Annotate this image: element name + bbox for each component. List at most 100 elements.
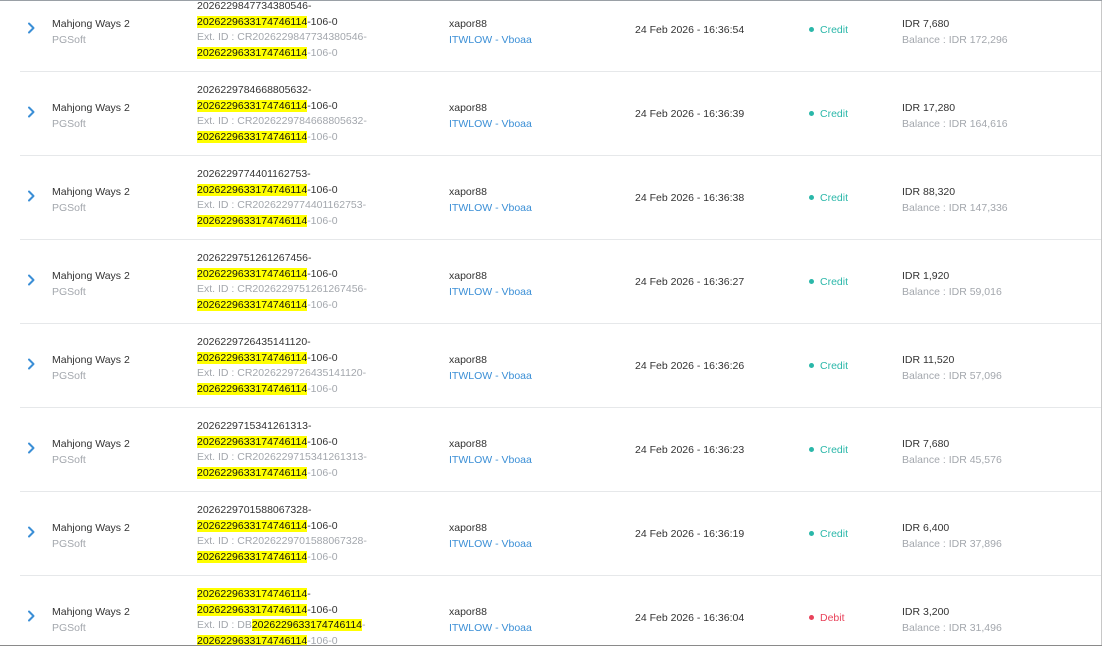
transaction-amount: IDR 1,920: [902, 270, 950, 282]
status-dot-icon: [809, 195, 814, 200]
chevron-right-icon[interactable]: [27, 610, 39, 624]
id-text: -106-0: [307, 267, 338, 280]
amount-cell: IDR 3,200 Balance : IDR 31,496: [902, 605, 1002, 636]
id-text: Ext. ID : CR2026229715341261313-: [197, 451, 367, 464]
transaction-id-line: 2026229751261267456-: [197, 251, 427, 267]
status-dot-icon: [809, 111, 814, 116]
transaction-id-line: 2026229633174746114-106-0: [197, 15, 427, 31]
table-row[interactable]: Mahjong Ways 2 PGSoft 2026229726435141120-…: [20, 324, 1102, 408]
id-text: Ext. ID : CR2026229847734380546-: [197, 31, 367, 44]
transaction-amount: IDR 11,520: [902, 354, 955, 366]
search-highlight: 2026229633174746114: [197, 351, 308, 364]
transaction-id-line: 2026229715341261313-: [197, 419, 427, 435]
search-highlight: 2026229633174746114: [197, 299, 308, 312]
amount-cell: IDR 7,680 Balance : IDR 45,576: [902, 437, 1002, 468]
id-text: -106-0: [307, 467, 338, 480]
player-cell: xapor88 ITWLOW - Vboaa: [449, 605, 532, 636]
status-badge: Credit: [809, 528, 848, 540]
table-row[interactable]: Mahjong Ways 2 PGSoft 2026229784668805632-…: [20, 72, 1102, 156]
table-row[interactable]: Mahjong Ways 2 PGSoft 2026229633174746114-…: [20, 576, 1102, 646]
game-provider: PGSoft: [52, 285, 86, 298]
game-name: Mahjong Ways 2: [52, 438, 130, 450]
status-label: Credit: [820, 528, 849, 540]
game-cell: Mahjong Ways 2 PGSoft: [52, 17, 130, 48]
transaction-id-line: 2026229633174746114-106-0: [197, 435, 427, 451]
transaction-amount: IDR 7,680: [902, 18, 950, 30]
id-text: -106-0: [307, 551, 338, 564]
id-text: 2026229784668805632-: [197, 84, 312, 96]
transaction-id-line: 2026229633174746114-106-0: [197, 99, 427, 115]
agent-link[interactable]: ITWLOW - Vboaa: [449, 201, 532, 217]
agent-link[interactable]: ITWLOW - Vboaa: [449, 285, 532, 301]
external-id-line: Ext. ID : CR2026229701588067328-: [197, 534, 427, 550]
transaction-history-panel: Mahjong Ways 2 PGSoft 2026229847734380546-…: [0, 0, 1102, 646]
table-row[interactable]: Mahjong Ways 2 PGSoft 2026229774401162753-…: [20, 156, 1102, 240]
table-row[interactable]: Mahjong Ways 2 PGSoft 2026229715341261313-…: [20, 408, 1102, 492]
amount-cell: IDR 1,920 Balance : IDR 59,016: [902, 269, 1002, 300]
transaction-id-cell: 2026229633174746114- 2026229633174746114-…: [197, 587, 427, 646]
external-id-line: 2026229633174746114-106-0: [197, 550, 427, 566]
game-name: Mahjong Ways 2: [52, 354, 130, 366]
transaction-id-cell: 2026229715341261313- 2026229633174746114-…: [197, 419, 427, 482]
table-row[interactable]: Mahjong Ways 2 PGSoft 2026229701588067328-…: [20, 492, 1102, 576]
agent-link[interactable]: ITWLOW - Vboaa: [449, 117, 532, 133]
id-text: 2026229726435141120-: [197, 336, 311, 348]
chevron-right-icon[interactable]: [27, 274, 39, 288]
transaction-id-cell: 2026229701588067328- 2026229633174746114-…: [197, 503, 427, 566]
agent-link[interactable]: ITWLOW - Vboaa: [449, 33, 532, 49]
agent-link[interactable]: ITWLOW - Vboaa: [449, 453, 532, 469]
id-text: Ext. ID : DB: [197, 619, 252, 632]
external-id-line: Ext. ID : CR2026229715341261313-: [197, 450, 427, 466]
id-text: 2026229847734380546-: [197, 0, 312, 12]
chevron-right-icon[interactable]: [27, 22, 39, 36]
game-cell: Mahjong Ways 2 PGSoft: [52, 605, 130, 636]
search-highlight: 2026229633174746114: [197, 15, 308, 28]
game-provider: PGSoft: [52, 453, 86, 466]
id-text: 2026229701588067328-: [197, 504, 312, 516]
chevron-right-icon[interactable]: [27, 526, 39, 540]
player-cell: xapor88 ITWLOW - Vboaa: [449, 185, 532, 216]
transaction-amount: IDR 17,280: [902, 102, 956, 114]
search-highlight: 2026229633174746114: [197, 551, 308, 564]
chevron-right-icon[interactable]: [27, 358, 39, 372]
chevron-right-icon[interactable]: [27, 106, 39, 120]
game-name: Mahjong Ways 2: [52, 606, 130, 618]
search-highlight: 2026229633174746114: [197, 383, 308, 396]
balance-after: Balance : IDR 59,016: [902, 285, 1002, 298]
transaction-datetime: 24 Feb 2026 - 16:36:54: [635, 24, 745, 36]
transaction-datetime: 24 Feb 2026 - 16:36:27: [635, 276, 745, 288]
transaction-amount: IDR 7,680: [902, 438, 950, 450]
agent-link[interactable]: ITWLOW - Vboaa: [449, 537, 532, 553]
transaction-id-cell: 2026229847734380546- 2026229633174746114-…: [197, 0, 427, 62]
transaction-amount: IDR 88,320: [902, 186, 956, 198]
external-id-line: 2026229633174746114-106-0: [197, 130, 427, 146]
id-text: -106-0: [307, 603, 338, 616]
transaction-id-line: 2026229633174746114-106-0: [197, 351, 427, 367]
external-id-line: Ext. ID : CR2026229726435141120-: [197, 366, 427, 382]
amount-cell: IDR 7,680 Balance : IDR 172,296: [902, 17, 1008, 48]
balance-after: Balance : IDR 164,616: [902, 117, 1008, 130]
id-text: -106-0: [307, 131, 338, 144]
id-text: Ext. ID : CR2026229726435141120-: [197, 367, 367, 380]
status-badge: Credit: [809, 192, 848, 204]
player-cell: xapor88 ITWLOW - Vboaa: [449, 437, 532, 468]
transaction-id-line: 2026229784668805632-: [197, 83, 427, 99]
table-row[interactable]: Mahjong Ways 2 PGSoft 2026229847734380546-…: [20, 0, 1102, 72]
search-highlight: 2026229633174746114: [197, 215, 308, 228]
chevron-right-icon[interactable]: [27, 190, 39, 204]
agent-link[interactable]: ITWLOW - Vboaa: [449, 369, 532, 385]
external-id-line: 2026229633174746114-106-0: [197, 46, 427, 62]
transaction-id-line: 2026229847734380546-: [197, 0, 427, 15]
status-dot-icon: [809, 615, 814, 620]
chevron-right-icon[interactable]: [27, 442, 39, 456]
transaction-id-line: 2026229633174746114-106-0: [197, 519, 427, 535]
agent-link[interactable]: ITWLOW - Vboaa: [449, 621, 532, 637]
id-text: Ext. ID : CR2026229751261267456-: [197, 283, 367, 296]
id-text: -106-0: [307, 351, 338, 364]
amount-cell: IDR 88,320 Balance : IDR 147,336: [902, 185, 1008, 216]
id-text: -106-0: [307, 215, 338, 228]
id-text: -106-0: [307, 15, 338, 28]
game-provider: PGSoft: [52, 33, 86, 46]
game-provider: PGSoft: [52, 537, 86, 550]
table-row[interactable]: Mahjong Ways 2 PGSoft 2026229751261267456-…: [20, 240, 1102, 324]
